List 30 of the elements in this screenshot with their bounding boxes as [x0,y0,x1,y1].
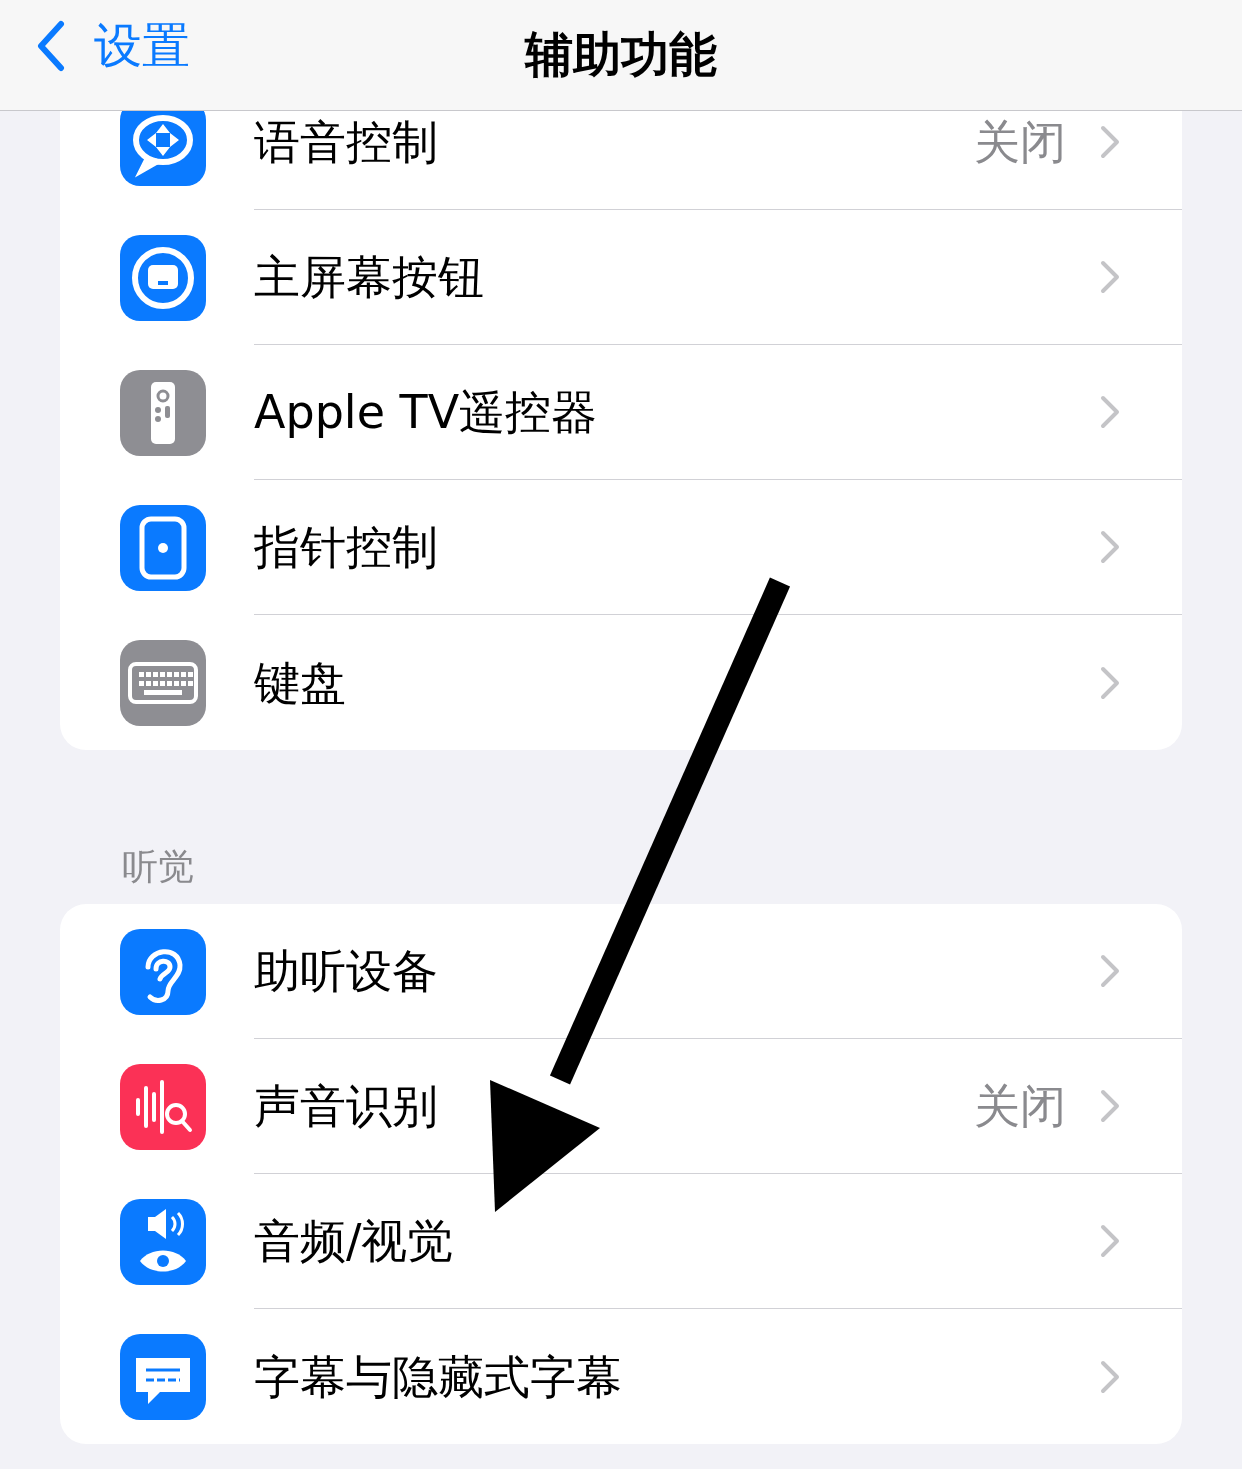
chevron-icon [1100,1359,1120,1394]
chevron-icon [1100,395,1120,429]
row-label: 指针控制 [254,519,439,575]
settings-row[interactable]: 指针控制 [60,480,1182,615]
settings-row[interactable]: 助听设备 [60,904,1182,1039]
row-label: 字幕与隐藏式字幕 [254,1348,623,1405]
settings-row[interactable]: 字幕与隐藏式字幕 [60,1309,1182,1444]
back-button[interactable]: 设置 [36,14,190,78]
chevron-icon [1100,665,1120,700]
row-label: 助听设备 [254,943,439,999]
chevron-icon [1100,1224,1120,1258]
row-label: 键盘 [254,654,347,711]
chevron-icon [1100,125,1120,159]
chevron-icon [1100,954,1120,988]
chevron-icon [1100,530,1120,564]
row-label: 语音控制 [254,114,439,170]
chevron-icon [1100,1089,1120,1123]
row-label: 音频/视觉 [254,1213,455,1269]
settings-row[interactable]: 键盘 [60,615,1182,750]
settings-row[interactable]: Apple TV遥控器 [60,345,1182,480]
window-title: 辅助功能 [525,25,717,84]
settings-row[interactable]: 主屏幕按钮 [60,210,1182,345]
row-label: Apple TV遥控器 [254,384,599,440]
section-header: 听觉 [121,845,195,889]
row-value: 关闭 [974,1078,1066,1134]
row-label: 声音识别 [254,1078,439,1134]
back-icon [36,20,66,72]
chevron-icon [1100,260,1120,294]
row-label: 主屏幕按钮 [254,249,485,305]
row-value: 关闭 [974,114,1066,170]
